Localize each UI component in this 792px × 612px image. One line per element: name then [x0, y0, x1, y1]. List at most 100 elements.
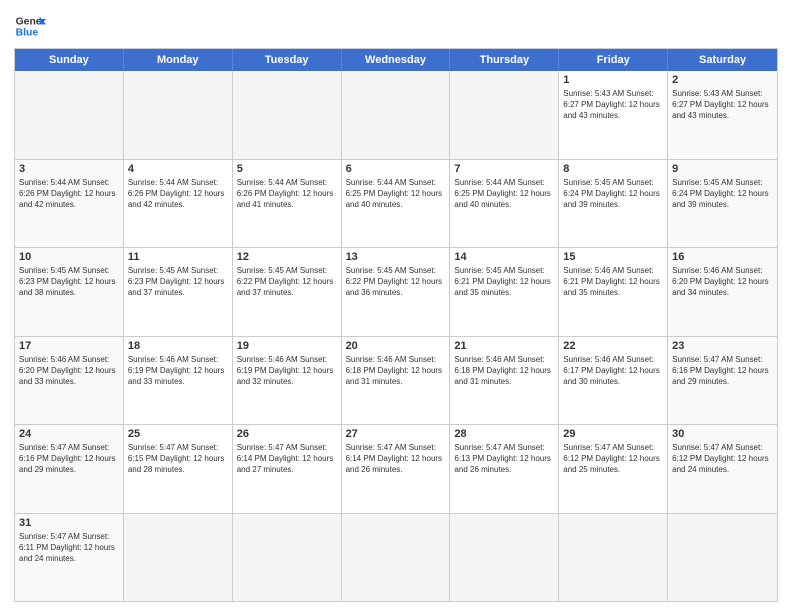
day-cell-13: 13 Sunrise: 5:45 AM Sunset: 6:22 PM Dayli… — [342, 248, 451, 336]
day-info: Sunrise: 5:45 AM Sunset: 6:22 PM Dayligh… — [346, 265, 446, 299]
day-number: 4 — [128, 163, 228, 175]
day-info: Sunrise: 5:45 AM Sunset: 6:22 PM Dayligh… — [237, 265, 337, 299]
day-cell-9: 9Sunrise: 5:45 AM Sunset: 6:24 PM Daylig… — [668, 160, 777, 248]
day-info: Sunrise: 5:45 AM Sunset: 6:21 PM Dayligh… — [454, 265, 554, 299]
day-info: Sunrise: 5:47 AM Sunset: 6:14 PM Dayligh… — [346, 442, 446, 476]
calendar-body: 1 Sunrise: 5:43 AM Sunset: 6:27 PM Daylig… — [15, 71, 777, 601]
day-cell-empty — [668, 514, 777, 602]
day-number: 21 — [454, 340, 554, 352]
day-info: Sunrise: 5:47 AM Sunset: 6:11 PM Dayligh… — [19, 531, 119, 565]
day-number: 29 — [563, 428, 663, 440]
day-info: Sunrise: 5:47 AM Sunset: 6:13 PM Dayligh… — [454, 442, 554, 476]
day-number: 19 — [237, 340, 337, 352]
day-cell-14: 14 Sunrise: 5:45 AM Sunset: 6:21 PM Dayli… — [450, 248, 559, 336]
day-cell-31: 31 Sunrise: 5:47 AM Sunset: 6:11 PM Dayli… — [15, 514, 124, 602]
day-number: 6 — [346, 163, 446, 175]
day-info: Sunrise: 5:45 AM Sunset: 6:23 PM Dayligh… — [128, 265, 228, 299]
day-info: Sunrise: 5:47 AM Sunset: 6:14 PM Dayligh… — [237, 442, 337, 476]
week-row-2: 3 Sunrise: 5:44 AM Sunset: 6:26 PM Daylig… — [15, 160, 777, 249]
day-number: 28 — [454, 428, 554, 440]
day-info: Sunrise: 5:47 AM Sunset: 6:15 PM Dayligh… — [128, 442, 228, 476]
header-day-thursday: Thursday — [450, 49, 559, 71]
day-cell-2: 2 Sunrise: 5:43 AM Sunset: 6:27 PM Daylig… — [668, 71, 777, 159]
day-cell-1: 1 Sunrise: 5:43 AM Sunset: 6:27 PM Daylig… — [559, 71, 668, 159]
day-number: 23 — [672, 340, 773, 352]
header-day-wednesday: Wednesday — [342, 49, 451, 71]
day-cell-29: 29 Sunrise: 5:47 AM Sunset: 6:12 PM Dayli… — [559, 425, 668, 513]
day-cell-17: 17Sunrise: 5:46 AM Sunset: 6:20 PM Dayli… — [15, 337, 124, 425]
day-info: Sunrise: 5:44 AM Sunset: 6:26 PM Dayligh… — [19, 177, 119, 211]
day-cell-27: 27 Sunrise: 5:47 AM Sunset: 6:14 PM Dayli… — [342, 425, 451, 513]
day-number: 27 — [346, 428, 446, 440]
day-cell-7: 7 Sunrise: 5:44 AM Sunset: 6:25 PM Daylig… — [450, 160, 559, 248]
day-info: Sunrise: 5:47 AM Sunset: 6:12 PM Dayligh… — [672, 442, 773, 476]
day-info: Sunrise: 5:43 AM Sunset: 6:27 PM Dayligh… — [672, 88, 773, 122]
header-day-friday: Friday — [559, 49, 668, 71]
day-cell-25: 25 Sunrise: 5:47 AM Sunset: 6:15 PM Dayli… — [124, 425, 233, 513]
day-info: Sunrise: 5:46 AM Sunset: 6:18 PM Dayligh… — [346, 354, 446, 388]
day-info: Sunrise: 5:45 AM Sunset: 6:24 PM Dayligh… — [672, 177, 773, 211]
day-info: Sunrise: 5:44 AM Sunset: 6:25 PM Dayligh… — [346, 177, 446, 211]
day-info: Sunrise: 5:46 AM Sunset: 6:19 PM Dayligh… — [237, 354, 337, 388]
day-cell-empty — [342, 71, 451, 159]
week-row-4: 17Sunrise: 5:46 AM Sunset: 6:20 PM Dayli… — [15, 337, 777, 426]
day-number: 1 — [563, 74, 663, 86]
day-number: 5 — [237, 163, 337, 175]
week-row-5: 24 Sunrise: 5:47 AM Sunset: 6:16 PM Dayli… — [15, 425, 777, 514]
header: General Blue — [14, 10, 778, 42]
day-cell-empty — [233, 71, 342, 159]
day-cell-3: 3 Sunrise: 5:44 AM Sunset: 6:26 PM Daylig… — [15, 160, 124, 248]
week-row-3: 10Sunrise: 5:45 AM Sunset: 6:23 PM Dayli… — [15, 248, 777, 337]
day-number: 25 — [128, 428, 228, 440]
day-number: 26 — [237, 428, 337, 440]
day-info: Sunrise: 5:46 AM Sunset: 6:18 PM Dayligh… — [454, 354, 554, 388]
logo: General Blue — [14, 10, 46, 42]
day-cell-11: 11 Sunrise: 5:45 AM Sunset: 6:23 PM Dayli… — [124, 248, 233, 336]
day-info: Sunrise: 5:45 AM Sunset: 6:24 PM Dayligh… — [563, 177, 663, 211]
generalblue-logo-icon: General Blue — [14, 10, 46, 42]
day-info: Sunrise: 5:46 AM Sunset: 6:20 PM Dayligh… — [19, 354, 119, 388]
day-cell-empty — [450, 514, 559, 602]
day-info: Sunrise: 5:46 AM Sunset: 6:20 PM Dayligh… — [672, 265, 773, 299]
header-day-saturday: Saturday — [668, 49, 777, 71]
day-cell-6: 6 Sunrise: 5:44 AM Sunset: 6:25 PM Daylig… — [342, 160, 451, 248]
day-number: 22 — [563, 340, 663, 352]
day-number: 20 — [346, 340, 446, 352]
week-row-1: 1 Sunrise: 5:43 AM Sunset: 6:27 PM Daylig… — [15, 71, 777, 160]
day-cell-empty — [559, 514, 668, 602]
day-cell-16: 16 Sunrise: 5:46 AM Sunset: 6:20 PM Dayli… — [668, 248, 777, 336]
calendar-header-row: SundayMondayTuesdayWednesdayThursdayFrid… — [15, 49, 777, 71]
day-number: 11 — [128, 251, 228, 263]
page: General Blue SundayMondayTuesdayWednesda… — [0, 0, 792, 612]
day-cell-empty — [233, 514, 342, 602]
day-cell-empty — [124, 514, 233, 602]
day-info: Sunrise: 5:46 AM Sunset: 6:21 PM Dayligh… — [563, 265, 663, 299]
day-cell-19: 19 Sunrise: 5:46 AM Sunset: 6:19 PM Dayli… — [233, 337, 342, 425]
day-number: 3 — [19, 163, 119, 175]
day-number: 7 — [454, 163, 554, 175]
day-info: Sunrise: 5:44 AM Sunset: 6:26 PM Dayligh… — [128, 177, 228, 211]
day-number: 16 — [672, 251, 773, 263]
day-info: Sunrise: 5:46 AM Sunset: 6:19 PM Dayligh… — [128, 354, 228, 388]
day-info: Sunrise: 5:44 AM Sunset: 6:25 PM Dayligh… — [454, 177, 554, 211]
day-info: Sunrise: 5:47 AM Sunset: 6:12 PM Dayligh… — [563, 442, 663, 476]
day-number: 12 — [237, 251, 337, 263]
svg-text:Blue: Blue — [16, 28, 39, 39]
day-cell-8: 8Sunrise: 5:45 AM Sunset: 6:24 PM Daylig… — [559, 160, 668, 248]
day-number: 24 — [19, 428, 119, 440]
header-day-sunday: Sunday — [15, 49, 124, 71]
day-cell-empty — [342, 514, 451, 602]
calendar: SundayMondayTuesdayWednesdayThursdayFrid… — [14, 48, 778, 602]
day-info: Sunrise: 5:47 AM Sunset: 6:16 PM Dayligh… — [19, 442, 119, 476]
day-number: 13 — [346, 251, 446, 263]
header-day-tuesday: Tuesday — [233, 49, 342, 71]
day-cell-10: 10Sunrise: 5:45 AM Sunset: 6:23 PM Dayli… — [15, 248, 124, 336]
day-info: Sunrise: 5:46 AM Sunset: 6:17 PM Dayligh… — [563, 354, 663, 388]
day-number: 31 — [19, 517, 119, 529]
day-info: Sunrise: 5:43 AM Sunset: 6:27 PM Dayligh… — [563, 88, 663, 122]
day-cell-12: 12 Sunrise: 5:45 AM Sunset: 6:22 PM Dayli… — [233, 248, 342, 336]
day-number: 14 — [454, 251, 554, 263]
day-info: Sunrise: 5:47 AM Sunset: 6:16 PM Dayligh… — [672, 354, 773, 388]
day-number: 30 — [672, 428, 773, 440]
day-number: 2 — [672, 74, 773, 86]
